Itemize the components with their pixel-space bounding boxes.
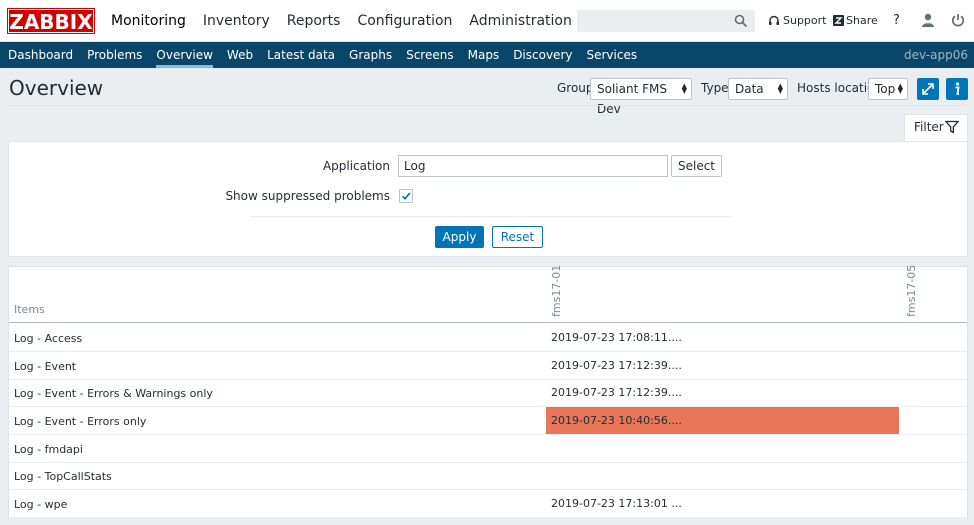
- select-arrows-icon: ▲ ▼: [777, 82, 783, 95]
- submenu-overview[interactable]: Overview: [149, 42, 220, 68]
- table-row: Log - fmdapi: [9, 435, 967, 463]
- filter-divider: [250, 216, 732, 217]
- menu-configuration[interactable]: Configuration: [350, 0, 459, 42]
- type-label: Type: [701, 81, 729, 95]
- item-name[interactable]: Log - Access: [14, 332, 82, 345]
- host-column-header-fms17-05[interactable]: fms17-05: [905, 265, 918, 317]
- application-input[interactable]: Log: [398, 155, 668, 177]
- submenu-web[interactable]: Web: [220, 42, 260, 68]
- item-name[interactable]: Log - TopCallStats: [14, 470, 112, 483]
- search-icon[interactable]: [734, 14, 748, 28]
- table-row: Log - Event - Errors only 2019-07-23 10:…: [9, 407, 967, 435]
- table-row: Log - TopCallStats: [9, 462, 967, 490]
- submenu-maps[interactable]: Maps: [461, 42, 507, 68]
- fullscreen-icon: [922, 83, 934, 95]
- select-arrows-icon: ▲ ▼: [897, 82, 903, 95]
- group-select[interactable]: Soliant FMS Dev ▲ ▼: [590, 78, 692, 116]
- application-label: Application: [322, 159, 390, 173]
- sub-menu: Dashboard Problems Overview Web Latest d…: [0, 42, 974, 68]
- menu-administration[interactable]: Administration: [462, 0, 578, 42]
- hosts-location-value: Top: [875, 82, 896, 96]
- menu-reports[interactable]: Reports: [280, 0, 348, 42]
- info-icon: [955, 82, 960, 95]
- item-value-cell: [546, 435, 899, 462]
- host-column-header-fms17-01[interactable]: fms17-01: [550, 265, 563, 317]
- submenu-discovery[interactable]: Discovery: [506, 42, 579, 68]
- submenu-services[interactable]: Services: [579, 42, 644, 68]
- table-row: Log - Access 2019-07-23 17:08:11....: [9, 324, 967, 352]
- submenu-problems[interactable]: Problems: [80, 42, 149, 68]
- info-button[interactable]: [946, 78, 968, 100]
- item-value-cell[interactable]: 2019-07-23 17:08:11....: [546, 324, 899, 351]
- table-row: Log - Event - Errors & Warnings only 201…: [9, 379, 967, 407]
- share-label: Share: [846, 14, 878, 27]
- server-name: dev-app06: [904, 48, 968, 62]
- hosts-location-select[interactable]: Top ▲ ▼: [868, 78, 908, 100]
- group-select-value: Soliant FMS Dev: [597, 82, 667, 116]
- headset-icon: [769, 15, 779, 25]
- table-header-divider: [9, 322, 967, 323]
- item-name[interactable]: Log - Event: [14, 360, 76, 373]
- title-divider: [8, 105, 966, 106]
- page-title: Overview: [9, 76, 104, 100]
- item-name[interactable]: Log - wpe: [14, 498, 67, 511]
- item-value-cell[interactable]: 2019-07-23 17:12:39....: [546, 379, 899, 406]
- filter-panel: Application Log Select Show suppressed p…: [8, 141, 968, 257]
- fullscreen-button[interactable]: [917, 78, 939, 100]
- menu-monitoring[interactable]: Monitoring: [104, 0, 193, 42]
- power-icon[interactable]: [950, 12, 966, 28]
- main-menu: Monitoring Inventory Reports Configurati…: [104, 0, 582, 42]
- suppressed-problems-label: Show suppressed problems: [225, 189, 390, 203]
- table-row: Log - Event 2019-07-23 17:12:39....: [9, 352, 967, 380]
- user-profile-icon[interactable]: [920, 12, 936, 28]
- item-value-cell: [546, 462, 899, 489]
- item-value-cell[interactable]: 2019-07-23 17:12:39....: [546, 352, 899, 379]
- item-name[interactable]: Log - Event - Errors & Warnings only: [14, 387, 213, 400]
- sub-menu-bar: Dashboard Problems Overview Web Latest d…: [0, 42, 974, 68]
- search-input[interactable]: [577, 10, 755, 32]
- submenu-graphs[interactable]: Graphs: [342, 42, 399, 68]
- filter-icon: [945, 120, 959, 134]
- overview-table: Items fms17-01 fms17-05 Log - Access 201…: [8, 265, 968, 518]
- support-label: Support: [783, 14, 827, 27]
- reset-button[interactable]: Reset: [492, 226, 543, 248]
- type-select-value: Data: [735, 82, 764, 96]
- filter-tab-label: Filter: [914, 120, 944, 134]
- group-label: Group: [557, 81, 594, 95]
- submenu-screens[interactable]: Screens: [399, 42, 461, 68]
- menu-inventory[interactable]: Inventory: [196, 0, 277, 42]
- share-link[interactable]: Share: [833, 14, 878, 27]
- zabbix-logo[interactable]: ZABBIX: [7, 8, 95, 34]
- items-column-header: Items: [14, 303, 45, 316]
- apply-button[interactable]: Apply: [435, 226, 484, 248]
- checkmark-icon: [401, 192, 411, 200]
- submenu-dashboard[interactable]: Dashboard: [1, 42, 80, 68]
- top-header: ZABBIX Monitoring Inventory Reports Conf…: [0, 0, 974, 42]
- help-link[interactable]: ?: [893, 13, 900, 28]
- type-select[interactable]: Data ▲ ▼: [728, 78, 788, 100]
- support-link[interactable]: Support: [768, 14, 826, 27]
- item-value-cell[interactable]: 2019-07-23 17:13:01 ...: [546, 490, 899, 517]
- item-name[interactable]: Log - fmdapi: [14, 443, 83, 456]
- share-icon: [833, 15, 844, 26]
- suppressed-problems-checkbox[interactable]: [399, 189, 413, 203]
- select-arrows-icon: ▲ ▼: [681, 82, 687, 95]
- item-name[interactable]: Log - Event - Errors only: [14, 415, 146, 428]
- item-value-cell-alert[interactable]: 2019-07-23 10:40:56....: [546, 407, 899, 434]
- filter-tab[interactable]: Filter: [904, 114, 968, 142]
- table-row: Log - wpe 2019-07-23 17:13:01 ...: [9, 490, 967, 518]
- application-select-button[interactable]: Select: [671, 155, 722, 177]
- submenu-latest-data[interactable]: Latest data: [260, 42, 342, 68]
